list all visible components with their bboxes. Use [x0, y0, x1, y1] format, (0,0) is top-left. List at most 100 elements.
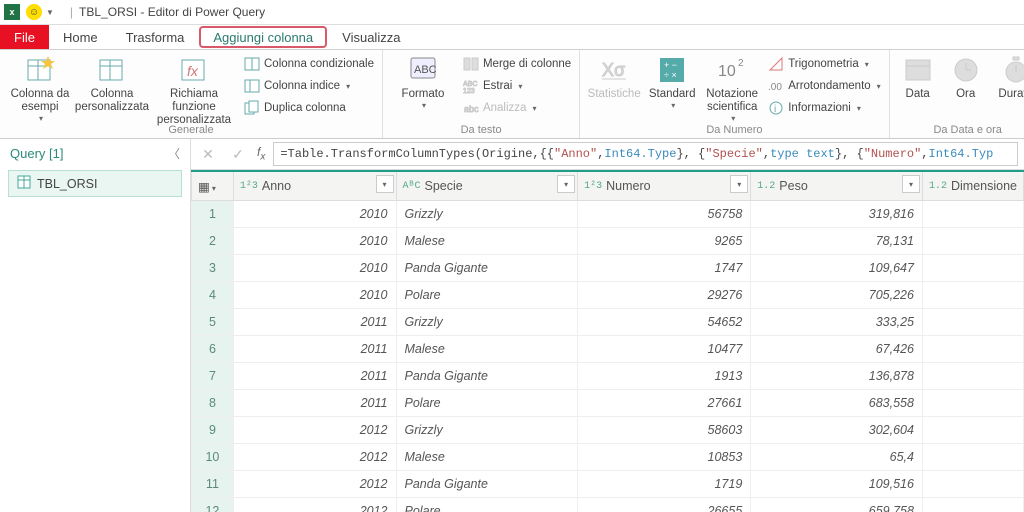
table-row[interactable]: 122012Polare26655659,758 — [192, 498, 1024, 512]
btn-informazioni[interactable]: iInformazioni▾ — [768, 98, 880, 118]
cell-dim[interactable] — [922, 228, 1023, 255]
btn-arrotondamento[interactable]: .00Arrotondamento▾ — [768, 76, 880, 96]
col-header-dimensione[interactable]: 1.2Dimensione — [922, 171, 1023, 201]
cell-anno[interactable]: 2010 — [233, 201, 396, 228]
btn-colonna-condizionale[interactable]: Colonna condizionale — [244, 54, 374, 74]
cell-specie[interactable]: Malese — [396, 228, 578, 255]
cell-dim[interactable] — [922, 498, 1023, 512]
cell-specie[interactable]: Panda Gigante — [396, 363, 578, 390]
cell-peso[interactable]: 78,131 — [751, 228, 923, 255]
cell-peso[interactable]: 67,426 — [751, 336, 923, 363]
row-number[interactable]: 5 — [192, 309, 234, 336]
row-number[interactable]: 11 — [192, 471, 234, 498]
collapse-panel-icon[interactable]: 〈 — [168, 145, 180, 162]
col-header-specie[interactable]: AᴮCSpecie▾ — [396, 171, 578, 201]
data-grid[interactable]: ▦▾ 1²3Anno▾ AᴮCSpecie▾ 1²3Numero▾ 1.2Pes… — [191, 170, 1024, 512]
cell-dim[interactable] — [922, 417, 1023, 444]
cell-specie[interactable]: Grizzly — [396, 309, 578, 336]
cell-anno[interactable]: 2012 — [233, 444, 396, 471]
table-row[interactable]: 32010Panda Gigante1747109,647 — [192, 255, 1024, 282]
cell-anno[interactable]: 2012 — [233, 471, 396, 498]
tab-file[interactable]: File — [0, 25, 49, 49]
cell-numero[interactable]: 26655 — [578, 498, 751, 512]
cell-numero[interactable]: 58603 — [578, 417, 751, 444]
cell-dim[interactable] — [922, 363, 1023, 390]
col-header-anno[interactable]: 1²3Anno▾ — [233, 171, 396, 201]
cell-dim[interactable] — [922, 390, 1023, 417]
table-row[interactable]: 72011Panda Gigante1913136,878 — [192, 363, 1024, 390]
btn-formato[interactable]: ABC Formato▾ — [391, 52, 455, 110]
cell-specie[interactable]: Polare — [396, 498, 578, 512]
btn-trigonometria[interactable]: Trigonometria▾ — [768, 54, 880, 74]
cell-dim[interactable] — [922, 201, 1023, 228]
cell-specie[interactable]: Grizzly — [396, 201, 578, 228]
row-number[interactable]: 6 — [192, 336, 234, 363]
table-row[interactable]: 42010Polare29276705,226 — [192, 282, 1024, 309]
btn-standard[interactable]: + −÷ ×Standard▾ — [648, 52, 696, 110]
cell-numero[interactable]: 9265 — [578, 228, 751, 255]
filter-icon[interactable]: ▾ — [376, 175, 394, 193]
cell-specie[interactable]: Polare — [396, 390, 578, 417]
row-header-corner[interactable]: ▦▾ — [192, 171, 234, 201]
row-number[interactable]: 10 — [192, 444, 234, 471]
table-row[interactable]: 22010Malese926578,131 — [192, 228, 1024, 255]
cell-peso[interactable]: 109,516 — [751, 471, 923, 498]
cell-specie[interactable]: Malese — [396, 444, 578, 471]
cell-specie[interactable]: Grizzly — [396, 417, 578, 444]
filter-icon[interactable]: ▾ — [557, 175, 575, 193]
tab-visualizza[interactable]: Visualizza — [328, 25, 414, 49]
btn-duplica-colonna[interactable]: Duplica colonna — [244, 98, 374, 118]
row-number[interactable]: 7 — [192, 363, 234, 390]
cell-dim[interactable] — [922, 471, 1023, 498]
smiley-icon[interactable]: ☺ — [26, 4, 42, 20]
cell-numero[interactable]: 10853 — [578, 444, 751, 471]
row-number[interactable]: 2 — [192, 228, 234, 255]
cell-dim[interactable] — [922, 282, 1023, 309]
row-number[interactable]: 9 — [192, 417, 234, 444]
btn-colonna-personalizzata[interactable]: Colonna personalizzata — [80, 52, 144, 114]
cell-dim[interactable] — [922, 255, 1023, 282]
cell-specie[interactable]: Panda Gigante — [396, 471, 578, 498]
cancel-formula-icon[interactable]: ✕ — [197, 143, 219, 165]
cell-anno[interactable]: 2011 — [233, 390, 396, 417]
cell-numero[interactable]: 1719 — [578, 471, 751, 498]
row-number[interactable]: 3 — [192, 255, 234, 282]
table-row[interactable]: 102012Malese1085365,4 — [192, 444, 1024, 471]
cell-anno[interactable]: 2010 — [233, 228, 396, 255]
table-row[interactable]: 112012Panda Gigante1719109,516 — [192, 471, 1024, 498]
table-row[interactable]: 82011Polare27661683,558 — [192, 390, 1024, 417]
cell-peso[interactable]: 319,816 — [751, 201, 923, 228]
cell-dim[interactable] — [922, 309, 1023, 336]
tab-home[interactable]: Home — [49, 25, 112, 49]
cell-anno[interactable]: 2011 — [233, 309, 396, 336]
cell-anno[interactable]: 2010 — [233, 255, 396, 282]
tab-trasforma[interactable]: Trasforma — [112, 25, 199, 49]
cell-anno[interactable]: 2011 — [233, 336, 396, 363]
cell-peso[interactable]: 109,647 — [751, 255, 923, 282]
cell-peso[interactable]: 65,4 — [751, 444, 923, 471]
query-item[interactable]: TBL_ORSI — [8, 170, 182, 197]
cell-specie[interactable]: Panda Gigante — [396, 255, 578, 282]
row-number[interactable]: 8 — [192, 390, 234, 417]
col-header-numero[interactable]: 1²3Numero▾ — [578, 171, 751, 201]
btn-estrai[interactable]: ABC123Estrai▾ — [463, 76, 571, 96]
btn-colonna-da-esempi[interactable]: Colonna da esempi▾ — [8, 52, 72, 124]
table-row[interactable]: 62011Malese1047767,426 — [192, 336, 1024, 363]
table-row[interactable]: 12010Grizzly56758319,816 — [192, 201, 1024, 228]
qat-dropdown-icon[interactable]: ▼ — [46, 8, 54, 17]
cell-numero[interactable]: 56758 — [578, 201, 751, 228]
filter-icon[interactable]: ▾ — [902, 175, 920, 193]
cell-anno[interactable]: 2012 — [233, 417, 396, 444]
cell-dim[interactable] — [922, 336, 1023, 363]
cell-peso[interactable]: 683,558 — [751, 390, 923, 417]
btn-richiama-funzione[interactable]: fx Richiama funzione personalizzata — [152, 52, 236, 128]
cell-anno[interactable]: 2012 — [233, 498, 396, 512]
cell-peso[interactable]: 136,878 — [751, 363, 923, 390]
cell-specie[interactable]: Polare — [396, 282, 578, 309]
table-row[interactable]: 52011Grizzly54652333,25 — [192, 309, 1024, 336]
btn-colonna-indice[interactable]: Colonna indice▾ — [244, 76, 374, 96]
cell-specie[interactable]: Malese — [396, 336, 578, 363]
cell-numero[interactable]: 1747 — [578, 255, 751, 282]
cell-numero[interactable]: 29276 — [578, 282, 751, 309]
cell-dim[interactable] — [922, 444, 1023, 471]
